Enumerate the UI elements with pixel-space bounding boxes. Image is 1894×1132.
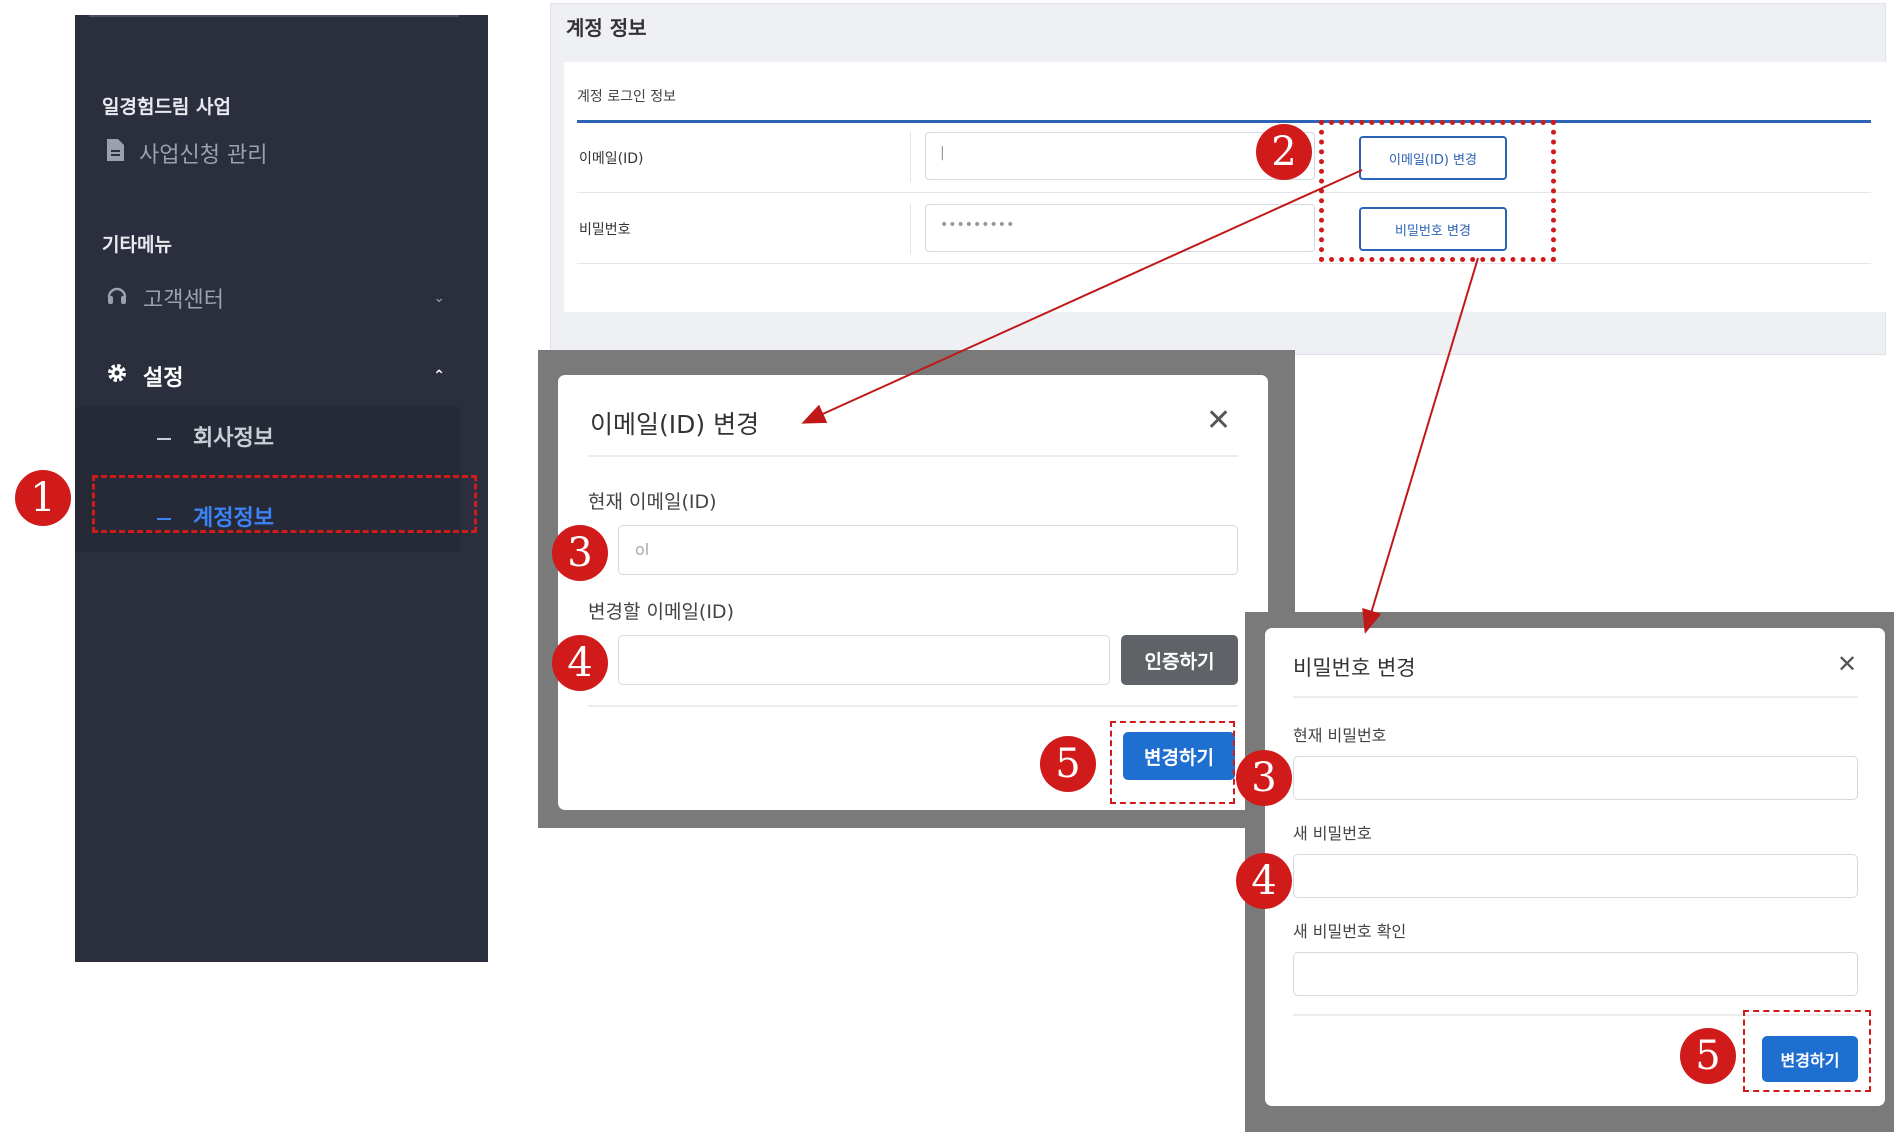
arrow-to-email-modal — [801, 169, 1363, 424]
annotation-arrows — [801, 169, 1479, 634]
arrow-to-password-modal — [1362, 257, 1479, 634]
